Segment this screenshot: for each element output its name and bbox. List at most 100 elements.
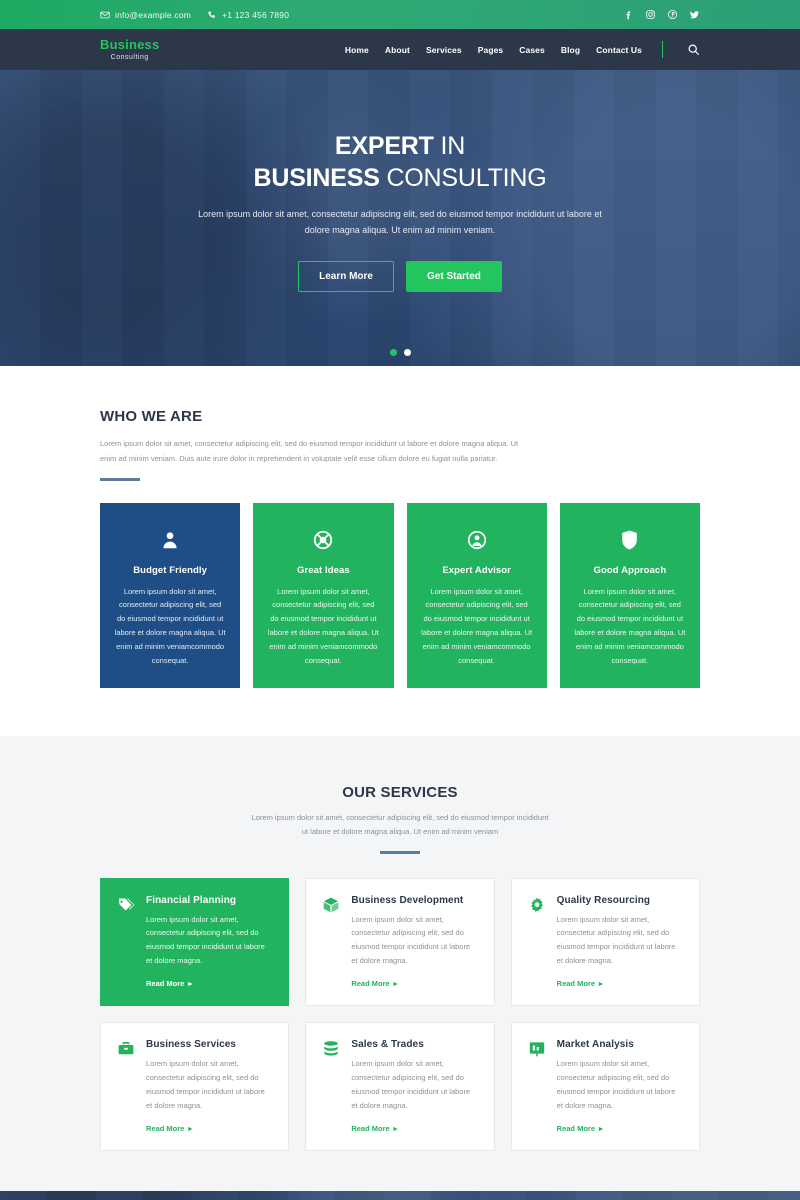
topbar-contacts: info@example.com +1 123 456 7890: [100, 10, 289, 20]
feature-card-great-ideas[interactable]: Great Ideas Lorem ipsum dolor sit amet, …: [253, 502, 394, 688]
read-more-link[interactable]: Read More ▸: [557, 979, 603, 988]
read-more-link[interactable]: Read More ▸: [557, 1124, 603, 1133]
topbar-email-text: info@example.com: [115, 9, 192, 20]
phone-icon: [207, 10, 217, 20]
read-more-link[interactable]: Read More ▸: [351, 1124, 397, 1133]
get-started-button[interactable]: Get Started: [406, 260, 502, 292]
site-logo[interactable]: Business Consulting: [100, 38, 159, 61]
service-text: Lorem ipsum dolor sit amet, consectetur …: [351, 914, 471, 966]
service-card-business-development[interactable]: Business Development Lorem ipsum dolor s…: [305, 877, 495, 1006]
feature-card-title: Good Approach: [593, 564, 667, 576]
read-more-label: Read More: [146, 979, 185, 988]
service-text: Lorem ipsum dolor sit amet, consectetur …: [556, 1059, 676, 1110]
read-more-link[interactable]: Read More ▸: [146, 1124, 192, 1133]
section-underline: [380, 851, 420, 854]
twitter-icon[interactable]: [689, 9, 700, 20]
slider-dot-2[interactable]: [403, 349, 411, 356]
feature-card-text: Lorem ipsum dolor sit amet, consectetur …: [574, 586, 686, 665]
read-more-link[interactable]: Read More ▸: [351, 979, 397, 988]
chevron-right-icon: ▸: [188, 979, 193, 988]
read-more-label: Read More: [146, 1123, 185, 1133]
topbar-phone[interactable]: +1 123 456 7890: [207, 10, 289, 20]
feature-card-text: Lorem ipsum dolor sit amet, consectetur …: [267, 586, 379, 665]
hero-paragraph: Lorem ipsum dolor sit amet, consectetur …: [198, 209, 602, 235]
envelope-icon: [100, 10, 110, 20]
service-card-business-services[interactable]: Business Services Lorem ipsum dolor sit …: [100, 1022, 290, 1151]
service-title: Business Services: [146, 1039, 237, 1050]
service-title: Sales & Trades: [351, 1039, 424, 1050]
nav-item-home[interactable]: Home: [345, 45, 369, 55]
instagram-icon[interactable]: [645, 9, 656, 20]
briefcase-icon: [117, 1039, 135, 1136]
logo-primary-text: Business: [100, 37, 160, 52]
hero-actions: Learn More Get Started: [298, 260, 502, 292]
read-more-label: Read More: [556, 979, 595, 988]
lifebuoy-icon: [267, 525, 379, 555]
service-text: Lorem ipsum dolor sit amet, consectetur …: [146, 1059, 265, 1110]
nav-item-pages[interactable]: Pages: [478, 45, 504, 55]
learn-more-button[interactable]: Learn More: [298, 260, 394, 292]
services-header: OUR SERVICES Lorem ipsum dolor sit amet,…: [100, 784, 700, 854]
nav-divider: [662, 41, 663, 58]
services-subtitle: Lorem ipsum dolor sit amet, consectetur …: [251, 812, 549, 837]
feature-cards: Budget Friendly Lorem ipsum dolor sit am…: [0, 481, 800, 688]
service-title: Quality Resourcing: [556, 894, 651, 906]
cta-section: Start Improving Your Business Today Cons…: [0, 1190, 800, 1200]
read-more-label: Read More: [556, 1123, 595, 1133]
chevron-right-icon: ▸: [599, 1123, 603, 1133]
chevron-right-icon: ▸: [393, 979, 398, 988]
topbar-email[interactable]: info@example.com: [100, 10, 191, 20]
landing-page: info@example.com +1 123 456 7890 Busines…: [0, 0, 800, 1200]
feature-card-budget-friendly[interactable]: Budget Friendly Lorem ipsum dolor sit am…: [100, 502, 241, 688]
feature-card-expert-advisor[interactable]: Expert Advisor Lorem ipsum dolor sit ame…: [406, 502, 547, 688]
service-card-quality-resourcing[interactable]: Quality Resourcing Lorem ipsum dolor sit…: [510, 877, 700, 1006]
main-navbar: Business Consulting Home About Services …: [0, 29, 800, 70]
read-more-link[interactable]: Read More ▸: [146, 979, 192, 988]
service-title: Market Analysis: [556, 1039, 634, 1050]
feature-card-title: Budget Friendly: [133, 564, 208, 576]
shield-icon: [574, 525, 686, 555]
topbar-phone-text: +1 123 456 7890: [222, 9, 290, 20]
who-we-are-paragraph: Lorem ipsum dolor sit amet, consectetur …: [100, 439, 519, 463]
gear-icon: [528, 895, 546, 992]
service-card-market-analysis[interactable]: Market Analysis Lorem ipsum dolor sit am…: [510, 1022, 700, 1151]
hero-title-bold-2: BUSINESS: [253, 164, 380, 193]
service-card-financial-planning[interactable]: Financial Planning Lorem ipsum dolor sit…: [100, 877, 290, 1006]
pinterest-icon[interactable]: [667, 9, 678, 20]
logo-secondary-text: Consulting: [110, 54, 149, 61]
tags-icon: [117, 895, 135, 992]
services-title: OUR SERVICES: [342, 783, 458, 801]
service-title: Financial Planning: [146, 894, 237, 906]
feature-card-text: Lorem ipsum dolor sit amet, consectetur …: [421, 586, 533, 665]
nav-item-services[interactable]: Services: [426, 45, 462, 55]
feature-card-good-approach[interactable]: Good Approach Lorem ipsum dolor sit amet…: [559, 502, 700, 688]
hero-title: EXPERT IN BUSINESS CONSULTING: [253, 130, 546, 194]
slider-dots: [0, 349, 800, 356]
nav-item-blog[interactable]: Blog: [561, 45, 580, 55]
who-we-are-section: WHO WE ARE Lorem ipsum dolor sit amet, c…: [0, 366, 800, 481]
hero-title-light-2: CONSULTING: [386, 164, 547, 193]
chart-board-icon: [528, 1039, 546, 1136]
facebook-icon[interactable]: [623, 9, 634, 20]
hero-title-light-1: IN: [440, 132, 466, 161]
nav-item-contact-us[interactable]: Contact Us: [596, 45, 642, 55]
nav-item-about[interactable]: About: [385, 45, 410, 55]
service-text: Lorem ipsum dolor sit amet, consectetur …: [556, 914, 676, 966]
search-icon[interactable]: [687, 43, 700, 56]
top-contact-bar: info@example.com +1 123 456 7890: [0, 0, 800, 29]
feature-card-title: Great Ideas: [296, 564, 350, 576]
social-links: [623, 9, 700, 20]
feature-card-text: Lorem ipsum dolor sit amet, consectetur …: [114, 586, 226, 665]
services-grid: Financial Planning Lorem ipsum dolor sit…: [100, 877, 700, 1151]
user-icon: [114, 525, 226, 555]
hero-slider: EXPERT IN BUSINESS CONSULTING Lorem ipsu…: [0, 70, 800, 366]
chevron-right-icon: ▸: [393, 1123, 398, 1133]
service-card-sales-and-trades[interactable]: Sales & Trades Lorem ipsum dolor sit ame…: [305, 1022, 495, 1151]
primary-nav: Home About Services Pages Cases Blog Con…: [345, 41, 700, 58]
nav-item-cases[interactable]: Cases: [519, 45, 545, 55]
slider-dot-1[interactable]: [389, 349, 397, 356]
read-more-label: Read More: [351, 1123, 390, 1133]
service-title: Business Development: [351, 894, 464, 906]
read-more-label: Read More: [351, 979, 390, 988]
feature-card-title: Expert Advisor: [442, 564, 511, 576]
